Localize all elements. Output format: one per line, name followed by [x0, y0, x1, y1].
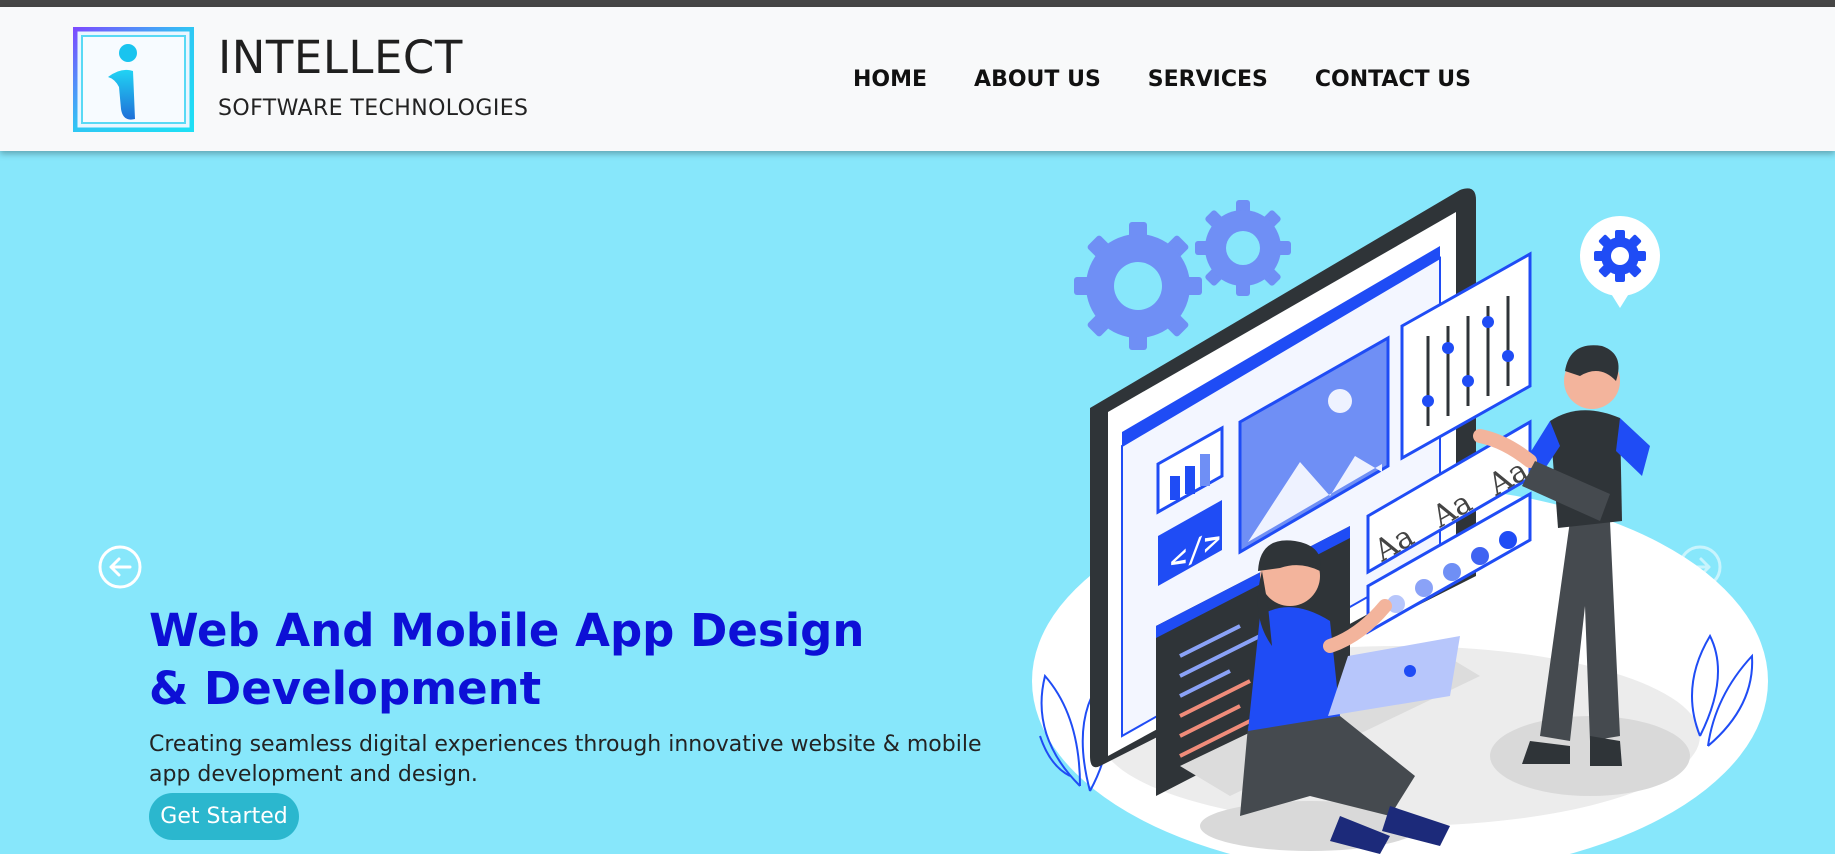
main-nav: HOME ABOUT US SERVICES CONTACT US [853, 65, 1471, 95]
carousel-prev-button[interactable] [98, 545, 142, 589]
get-started-button[interactable]: Get Started [149, 793, 299, 840]
hero-headline: Web And Mobile App Design & Development [149, 604, 865, 715]
gear-large-icon [1074, 222, 1202, 350]
nav-item-services[interactable]: SERVICES [1148, 65, 1268, 95]
hero-illustration: </> Aa Aa Aa [1010, 176, 1770, 854]
arrow-right-circle-icon [1678, 545, 1722, 589]
carousel-next-button[interactable] [1678, 545, 1722, 589]
site-header: INTELLECT SOFTWARE TECHNOLOGIES HOME ABO… [0, 7, 1835, 151]
arrow-left-circle-icon [98, 545, 142, 589]
nav-item-contact-us[interactable]: CONTACT US [1315, 65, 1471, 95]
nav-item-about-us[interactable]: ABOUT US [974, 65, 1101, 95]
nav-item-home[interactable]: HOME [853, 65, 927, 95]
top-strip [0, 0, 1835, 7]
settings-bubble-icon [1580, 216, 1660, 308]
brand-name: INTELLECT [218, 31, 463, 84]
gear-small-icon [1195, 200, 1291, 296]
brand-tagline: SOFTWARE TECHNOLOGIES [218, 96, 529, 121]
hero-description: Creating seamless digital experiences th… [149, 732, 982, 787]
brand-logo-icon[interactable] [72, 26, 195, 133]
